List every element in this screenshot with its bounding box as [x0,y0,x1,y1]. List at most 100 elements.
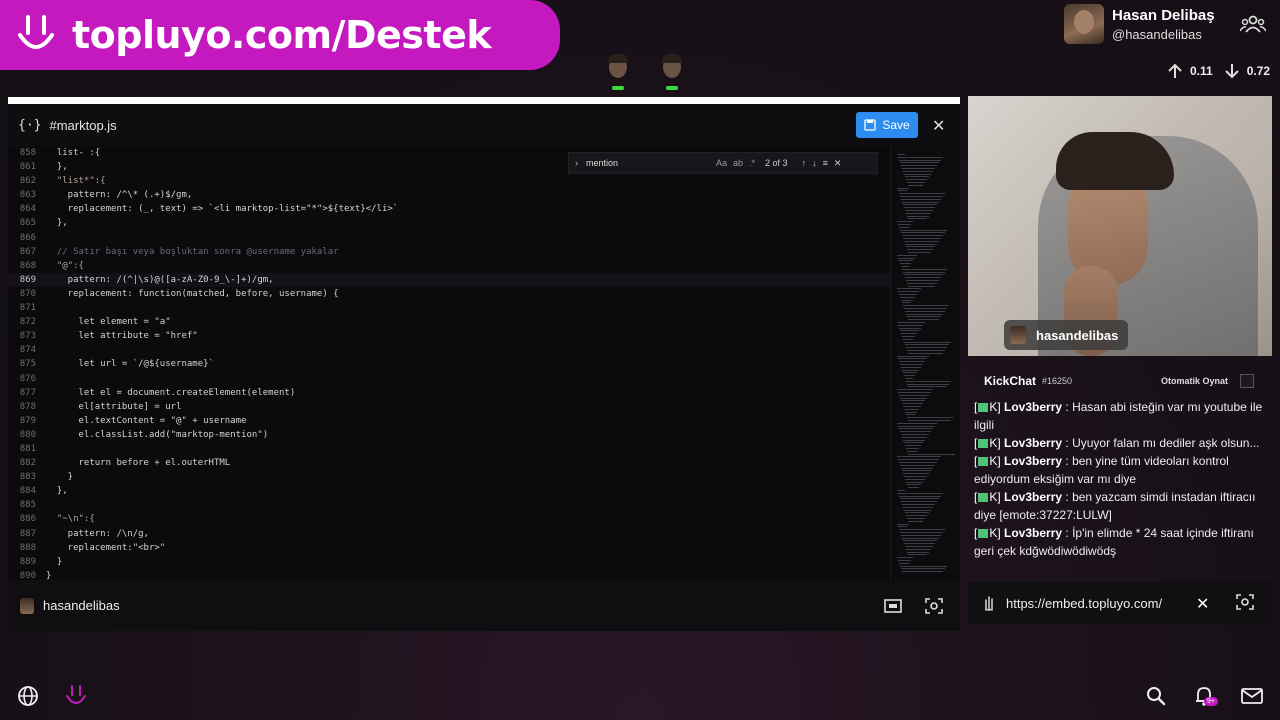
code-line[interactable]: 879 el.textContent = "@" + username [8,414,890,428]
code-line[interactable]: 876 [8,372,890,386]
line-code: "~\n":{ [46,514,95,525]
line-number: 889 [19,556,36,567]
people-icon[interactable] [1240,14,1266,34]
match-case-toggle[interactable]: Aa [716,158,727,168]
picture-in-picture-icon[interactable] [884,598,902,614]
line-number: 862 [19,176,36,187]
chat-username[interactable]: Lov3berry [1004,454,1062,468]
code-line[interactable]: 882 return before + el.outerHTML [8,456,890,470]
arrow-up-icon [1168,63,1182,78]
line-code: list- :{ [46,148,101,158]
close-icon[interactable]: ✕ [834,158,842,169]
code-line[interactable]: 863 pattern: /^\* (.+)$/gm, [8,188,890,202]
chevron-right-icon[interactable]: › [575,158,578,168]
code-area[interactable]: 858 list- :{861 }, 862 "list*":{863 patte… [8,146,890,580]
line-number: 871 [19,303,36,314]
code-line[interactable]: 887 pattern: /\n/g, [8,527,890,541]
code-line[interactable]: 866 [8,231,890,245]
code-line[interactable]: 886 "~\n":{ [8,512,890,526]
hand-icon[interactable] [982,595,996,611]
code-line[interactable]: 880 el.classList.add("marktop-mention") [8,428,890,442]
close-icon[interactable]: ✕ [1196,594,1209,614]
line-code: } [46,472,74,483]
line-number: 880 [19,429,36,440]
viewer-avatar[interactable] [658,54,686,90]
line-number: 861 [19,162,36,173]
notifications-button[interactable]: 9+ [1194,685,1222,711]
code-line[interactable]: 867 // Satır başı veya boşluktan sonra @… [8,245,890,259]
line-number: 885 [19,500,36,511]
autoplay-checkbox[interactable] [1240,374,1254,388]
brand-banner[interactable]: topluyo.com/Destek [0,0,560,70]
code-line[interactable]: 870 replacement: function(matched, befor… [8,287,890,301]
find-input[interactable]: mention [586,158,706,168]
menu-icon[interactable]: ≡ [823,158,828,169]
embed-bar: https://embed.topluyo.com/ ✕ [968,582,1272,624]
code-line[interactable]: 865 }, [8,216,890,230]
chat-message: [K] Lov3berry : Hasan abi isteğin var mı… [974,400,1263,432]
line-code: el[attribute] = url [46,401,182,412]
download-value: 0.72 [1246,64,1271,78]
code-line[interactable]: 864 replacement: (_, text) => `<li markt… [8,202,890,216]
code-line[interactable]: 877 let el = document.createElement(elem… [8,386,890,400]
line-code: } [46,570,52,580]
code-line[interactable]: 890} [8,569,890,580]
line-number: 868 [19,260,36,271]
mail-icon[interactable] [1241,688,1263,704]
code-line[interactable]: 874 [8,343,890,357]
video-username-label: hasandelibas [1004,320,1129,350]
editor-header: {·} #marktop.js Save ✕ [8,104,960,146]
line-number: 886 [19,514,36,525]
code-line[interactable]: 868 "@":{ [8,259,890,273]
close-icon[interactable]: ✕ [932,116,945,136]
chat-username[interactable]: Lov3berry [1004,400,1062,414]
focus-icon[interactable] [1236,594,1254,610]
viewer-avatar[interactable] [604,54,632,90]
chat-text: Uyuyor falan mı dediler aşk olsun... [1072,436,1260,450]
code-line[interactable]: 875 let url = `/@${username}` [8,357,890,371]
chat-username[interactable]: Lov3berry [1004,490,1062,504]
chat-username[interactable]: Lov3berry [1004,436,1062,450]
embed-url[interactable]: https://embed.topluyo.com/ [1006,596,1162,611]
code-line[interactable]: 888 replacement:"<br>" [8,541,890,555]
focus-icon[interactable] [925,598,943,614]
chat-message: [K] Lov3berry : ben yine tüm videoları k… [974,454,1229,486]
line-code: } [46,556,63,567]
line-number: 883 [19,472,36,483]
code-line[interactable]: 885 [8,498,890,512]
globe-icon[interactable] [17,685,39,707]
code-line[interactable]: 883 } [8,470,890,484]
line-code: "list*":{ [46,176,106,187]
line-number: 874 [19,345,36,356]
code-line[interactable]: 884 }, [8,484,890,498]
code-line[interactable]: 873 let attribute = "href" [8,329,890,343]
line-code: replacement: function(matched, before, u… [46,288,339,299]
arrow-down-icon[interactable]: ↓ [812,158,817,169]
line-number: 872 [19,317,36,328]
code-line[interactable]: 889 } [8,555,890,569]
save-icon [864,119,876,131]
user-profile[interactable]: Hasan Delibaş @hasandelibas [1064,4,1215,44]
code-line[interactable]: 881 [8,442,890,456]
code-file-icon: {·} [18,117,42,133]
topluyo-smile-logo[interactable] [64,684,88,708]
find-widget: › mention Aa ab .* 2 of 3 ↑ ↓ ≡ ✕ [568,152,878,174]
line-number: 866 [19,232,36,243]
webcam-video[interactable] [968,96,1272,356]
code-line[interactable]: 878 el[attribute] = url [8,400,890,414]
kick-badge-icon [978,439,989,449]
code-line[interactable]: 862 "list*":{ [8,174,890,188]
arrow-up-icon[interactable]: ↑ [802,158,807,169]
brand-text: topluyo.com/Destek [72,13,492,57]
chat-message: [K] Lov3berry : İp'in elimde * 24 saat i… [974,526,1254,558]
chat-username[interactable]: Lov3berry [1004,526,1062,540]
regex-toggle[interactable]: .* [749,158,755,168]
save-button[interactable]: Save [856,112,918,138]
code-line[interactable]: 871 [8,301,890,315]
search-icon[interactable] [1146,686,1166,706]
whole-word-toggle[interactable]: ab [733,158,743,168]
minimap[interactable] [890,146,960,580]
chat-messages[interactable]: [K] Lov3berry : Hasan abi isteğin var mı… [968,398,1272,560]
code-line[interactable]: 869 pattern: /(^|\s)@([a-zA-Z0-9_\-]+)/g… [8,272,890,287]
code-line[interactable]: 872 let element = "a" [8,315,890,329]
